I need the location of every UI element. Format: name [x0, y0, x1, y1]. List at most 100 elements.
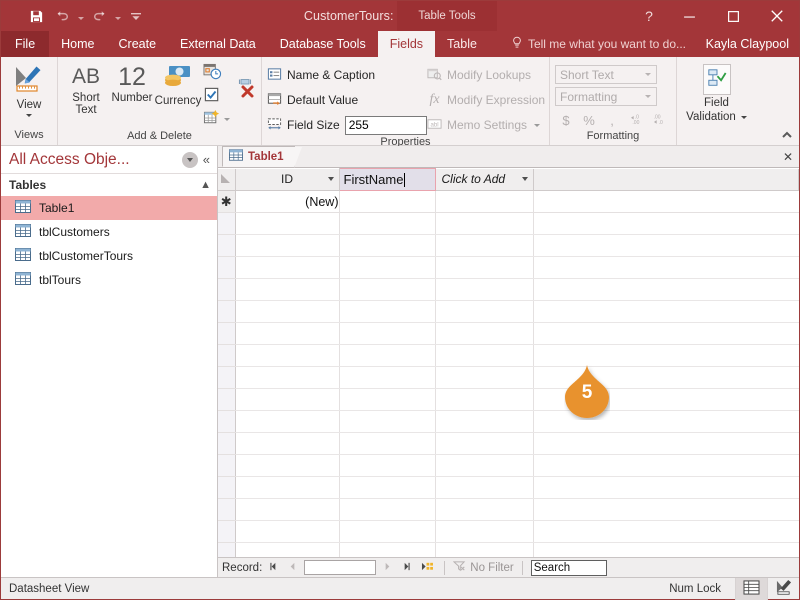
table-row: [218, 234, 799, 257]
last-record-button[interactable]: [399, 561, 414, 575]
ribbon-group-add-delete: AB Short Text 12 Number Currency Add & D…: [57, 57, 261, 145]
document-tab-table1[interactable]: Table1: [222, 146, 302, 168]
field-validation-dropdown-icon[interactable]: [740, 115, 747, 119]
tab-external-data[interactable]: External Data: [168, 31, 268, 57]
chevron-down-icon[interactable]: [521, 177, 528, 182]
new-record-button[interactable]: [418, 561, 436, 575]
delete-field-icon[interactable]: [236, 79, 258, 103]
cell-firstname-new[interactable]: [339, 190, 436, 213]
field-size-input[interactable]: [344, 115, 427, 135]
modify-lookups-button[interactable]: Modify Lookups: [427, 64, 545, 86]
comma-format-button[interactable]: ,: [601, 110, 623, 130]
cell-clicktoadd-new[interactable]: [435, 190, 534, 213]
view-button[interactable]: View: [6, 62, 52, 119]
currency-button[interactable]: Currency: [155, 62, 201, 109]
format-dropdown-icon[interactable]: [645, 95, 651, 98]
svg-text:.00: .00: [632, 120, 639, 126]
table-row: [218, 542, 799, 557]
increase-decimal-button[interactable]: .00.0: [647, 110, 669, 130]
select-all-button[interactable]: [218, 168, 236, 191]
minimize-button[interactable]: [667, 1, 711, 31]
percent-format-button[interactable]: %: [578, 110, 600, 130]
undo-icon[interactable]: [49, 4, 75, 28]
number-button[interactable]: 12 Number: [109, 62, 155, 106]
user-account-name[interactable]: Kayla Claypool: [706, 31, 799, 57]
nav-group-shutter-icon[interactable]: ▲: [200, 179, 211, 191]
date-time-icon[interactable]: [203, 63, 230, 84]
table-icon: [15, 248, 31, 264]
search-value: Search: [533, 561, 571, 574]
memo-settings-dropdown-icon[interactable]: [534, 123, 541, 127]
sidebar-item-tblcustomers[interactable]: tblCustomers: [1, 220, 217, 244]
ribbon-group-properties: Name & Caption Default Value Field Size: [261, 57, 549, 148]
customize-qat-icon[interactable]: [123, 4, 149, 28]
next-record-button[interactable]: [380, 561, 395, 575]
view-dropdown-icon[interactable]: [26, 114, 32, 117]
help-button[interactable]: ?: [631, 1, 667, 31]
column-header-id[interactable]: ID: [235, 168, 340, 191]
short-text-button[interactable]: AB Short Text: [63, 62, 109, 118]
column-header-firstname[interactable]: FirstName: [338, 168, 436, 191]
datasheet-view-button[interactable]: [735, 577, 767, 600]
collapse-ribbon-button[interactable]: [780, 130, 794, 143]
tab-database-tools[interactable]: Database Tools: [268, 31, 378, 57]
name-caption-icon: [267, 67, 282, 84]
sidebar-item-table1[interactable]: Table1: [1, 196, 217, 220]
maximize-button[interactable]: [711, 1, 755, 31]
table-row: [218, 498, 799, 521]
redo-dropdown-icon[interactable]: [112, 4, 123, 28]
view-icon: [12, 64, 46, 97]
header-filler: [533, 168, 799, 191]
tab-file[interactable]: File: [1, 31, 50, 57]
name-caption-button[interactable]: Name & Caption: [267, 64, 417, 86]
filter-icon: [452, 560, 466, 575]
nav-group-tables[interactable]: Tables ▲: [1, 174, 217, 196]
sidebar-item-tbltours[interactable]: tblTours: [1, 268, 217, 292]
table-row: [218, 212, 799, 235]
table-row[interactable]: ✱ (New): [218, 190, 799, 213]
tab-fields[interactable]: Fields: [377, 31, 436, 57]
currency-icon: [162, 64, 194, 93]
click-to-add-label: Click to Add: [441, 172, 506, 187]
close-document-icon[interactable]: ✕: [783, 150, 793, 164]
field-size-icon: [267, 117, 282, 134]
field-validation-button[interactable]: Field Validation: [682, 62, 751, 125]
memo-settings-button[interactable]: abl Memo Settings: [427, 114, 545, 136]
nav-group-label: Tables: [9, 178, 47, 192]
modify-expression-button[interactable]: fx Modify Expression: [427, 89, 545, 111]
column-header-click-to-add[interactable]: Click to Add: [435, 168, 534, 191]
data-type-combo[interactable]: Short Text: [555, 65, 657, 84]
tab-home[interactable]: Home: [49, 31, 106, 57]
tab-create[interactable]: Create: [107, 31, 169, 57]
more-fields-button[interactable]: [203, 109, 230, 130]
first-record-button[interactable]: [266, 561, 281, 575]
data-type-dropdown-icon[interactable]: [645, 73, 651, 76]
chevron-down-icon[interactable]: [327, 177, 334, 182]
tell-me-box[interactable]: Tell me what you want to do...: [511, 31, 686, 57]
previous-record-button[interactable]: [285, 561, 300, 575]
table-row: [218, 300, 799, 323]
field-validation-label-1: Field: [704, 97, 729, 109]
tab-table[interactable]: Table: [435, 31, 489, 57]
cell-id-new[interactable]: (New): [235, 190, 340, 213]
close-button[interactable]: [755, 1, 799, 31]
nav-pane-collapse-icon[interactable]: «: [203, 152, 213, 167]
decrease-decimal-button[interactable]: .0.00: [624, 110, 646, 130]
document-tab-label: Table1: [248, 150, 284, 163]
nav-pane-dropdown-icon[interactable]: [181, 151, 198, 168]
yes-no-icon[interactable]: [203, 86, 230, 107]
filter-toggle-button[interactable]: No Filter: [452, 560, 514, 575]
currency-format-button[interactable]: $: [555, 110, 577, 130]
search-input[interactable]: Search: [530, 559, 607, 576]
save-icon[interactable]: [23, 4, 49, 28]
undo-dropdown-icon[interactable]: [75, 4, 86, 28]
design-view-button[interactable]: [767, 577, 799, 600]
redo-icon[interactable]: [86, 4, 112, 28]
table-row: [218, 388, 799, 411]
more-fields-dropdown-icon[interactable]: [224, 118, 230, 121]
record-number-input[interactable]: [304, 560, 377, 575]
new-record-selector[interactable]: ✱: [218, 190, 236, 213]
default-value-button[interactable]: Default Value: [267, 89, 417, 111]
format-combo[interactable]: Formatting: [555, 87, 657, 106]
sidebar-item-tblcustomertours[interactable]: tblCustomerTours: [1, 244, 217, 268]
